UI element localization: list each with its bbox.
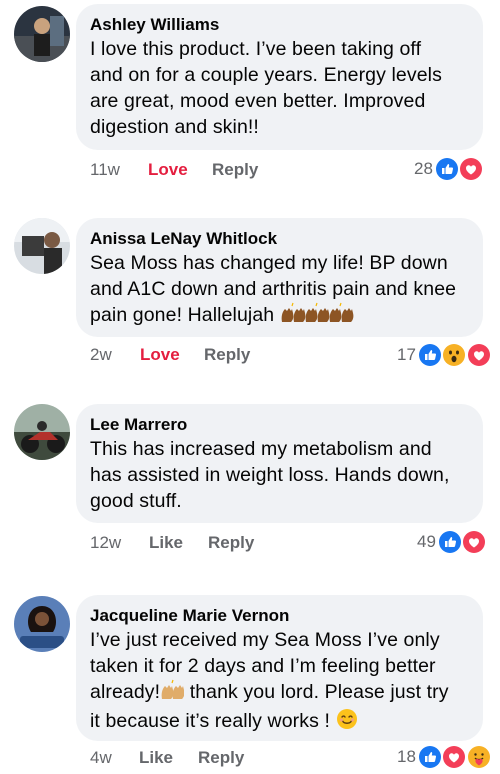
- smiling-face-emoji-icon: [336, 708, 358, 737]
- avatar[interactable]: [14, 404, 70, 460]
- comment-bubble: Lee Marrero This has increased my metabo…: [76, 404, 483, 523]
- raised-hands-emoji-icon: [280, 302, 354, 331]
- comment-author[interactable]: Lee Marrero: [90, 414, 469, 436]
- comment-timestamp[interactable]: 11w: [90, 158, 120, 182]
- reaction-summary[interactable]: 28: [414, 155, 485, 182]
- comment-text-line: it because it’s really works !: [90, 710, 336, 732]
- like-icon: [433, 155, 460, 182]
- comment-text-line: This has increased my metabolism and: [90, 438, 432, 460]
- comment-text-line-with-emoji: already! thank you lord. Please just try: [90, 679, 469, 708]
- raised-hands-emoji-icon: [160, 679, 185, 708]
- comment-timestamp[interactable]: 12w: [90, 531, 121, 555]
- comment-text-line: taken it for 2 days and I’m feeling bett…: [90, 655, 436, 677]
- comment-text-line: I love this product. I’ve been taking of…: [90, 38, 422, 60]
- comment-text-line-with-emoji: it because it’s really works !: [90, 708, 469, 737]
- comment-bubble: Ashley Williams I love this product. I’v…: [76, 4, 483, 150]
- like-button[interactable]: Like: [139, 746, 173, 770]
- love-icon: [441, 743, 468, 770]
- reaction-count: 18: [397, 746, 416, 766]
- comment-text-line: digestion and skin!!: [90, 116, 259, 138]
- reply-button[interactable]: Reply: [198, 746, 244, 770]
- comment-text-line: good stuff.: [90, 490, 182, 512]
- like-button[interactable]: Like: [149, 531, 183, 555]
- love-icon: [461, 528, 488, 555]
- reply-button[interactable]: Reply: [212, 158, 258, 182]
- like-icon: [416, 341, 443, 368]
- comment-text-line: thank you lord. Please just try: [184, 681, 449, 703]
- comment-text-line: and A1C down and arthritis pain and knee: [90, 278, 457, 300]
- love-button[interactable]: Love: [148, 158, 188, 182]
- comment-bubble: Anissa LeNay Whitlock Sea Moss has chang…: [76, 218, 483, 337]
- reaction-summary[interactable]: 17: [397, 341, 493, 368]
- comment-author[interactable]: Ashley Williams: [90, 14, 469, 36]
- comment-author[interactable]: Anissa LeNay Whitlock: [90, 228, 469, 250]
- care-icon: [466, 743, 493, 770]
- comment-timestamp[interactable]: 2w: [90, 343, 112, 367]
- reaction-summary[interactable]: 49: [417, 528, 488, 555]
- reaction-summary[interactable]: 18: [397, 743, 493, 770]
- reaction-count: 49: [417, 531, 436, 551]
- reaction-count: 17: [397, 344, 416, 364]
- like-icon: [436, 528, 463, 555]
- comment-text-line: I’ve just received my Sea Moss I’ve only: [90, 629, 440, 651]
- comment-text-line: has assisted in weight loss. Hands down,: [90, 464, 450, 486]
- comment-bubble: Jacqueline Marie Vernon I’ve just receiv…: [76, 595, 483, 741]
- reply-button[interactable]: Reply: [208, 531, 254, 555]
- reaction-count: 28: [414, 158, 433, 178]
- comment-text-line-with-emoji: pain gone! Hallelujah: [90, 302, 469, 331]
- comment-text-line: and on for a couple years. Energy levels: [90, 64, 442, 86]
- comment-text-line: are great, mood even better. Improved: [90, 90, 426, 112]
- like-icon: [416, 743, 443, 770]
- love-icon: [466, 341, 493, 368]
- comment-text-line: already!: [90, 681, 161, 703]
- love-icon: [458, 155, 485, 182]
- comment-timestamp[interactable]: 4w: [90, 746, 112, 770]
- love-button[interactable]: Love: [140, 343, 180, 367]
- avatar[interactable]: [14, 218, 70, 274]
- comment-text-line: pain gone! Hallelujah: [90, 304, 275, 326]
- avatar[interactable]: [14, 6, 70, 62]
- wow-icon: [441, 341, 468, 368]
- comment-author[interactable]: Jacqueline Marie Vernon: [90, 605, 469, 627]
- avatar[interactable]: [14, 596, 70, 652]
- comment-text-line: Sea Moss has changed my life! BP down: [90, 252, 448, 274]
- reply-button[interactable]: Reply: [204, 343, 250, 367]
